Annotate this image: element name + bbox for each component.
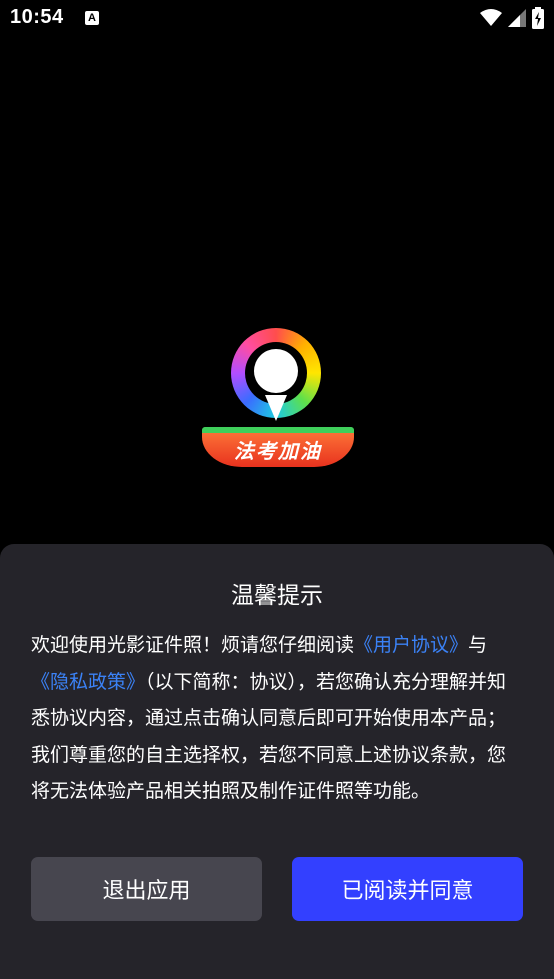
status-bar: 10:54 A xyxy=(0,0,554,38)
logo-banner: 法考加油 xyxy=(202,427,354,467)
user-agreement-link[interactable]: 《用户协议》 xyxy=(354,634,468,656)
notification-a-icon: A xyxy=(85,11,99,25)
status-time: 10:54 xyxy=(10,6,64,28)
logo-collar-shape xyxy=(265,395,287,421)
body-intro: 欢迎使用光影证件照！烦请您仔细阅读 xyxy=(31,634,355,656)
dialog-title: 温馨提示 xyxy=(231,583,323,609)
exit-app-button[interactable]: 退出应用 xyxy=(31,857,262,921)
battery-charging-icon xyxy=(532,7,544,29)
privacy-policy-link[interactable]: 《隐私政策》 xyxy=(31,671,145,693)
status-icons xyxy=(480,7,544,29)
app-logo: 法考加油 xyxy=(202,325,354,467)
signal-icon xyxy=(508,9,526,27)
privacy-dialog: 温馨提示 欢迎使用光影证件照！烦请您仔细阅读《用户协议》与《隐私政策》（以下简称… xyxy=(0,544,554,979)
body-conjunction: 与 xyxy=(468,634,488,656)
logo-text: 法考加油 xyxy=(234,438,322,463)
dialog-body: 欢迎使用光影证件照！烦请您仔细阅读《用户协议》与《隐私政策》（以下简称：协议），… xyxy=(31,627,523,810)
logo-head-shape xyxy=(254,349,298,393)
logo-banner-stripe xyxy=(202,427,354,433)
agree-button[interactable]: 已阅读并同意 xyxy=(292,857,523,921)
wifi-icon xyxy=(480,9,502,27)
